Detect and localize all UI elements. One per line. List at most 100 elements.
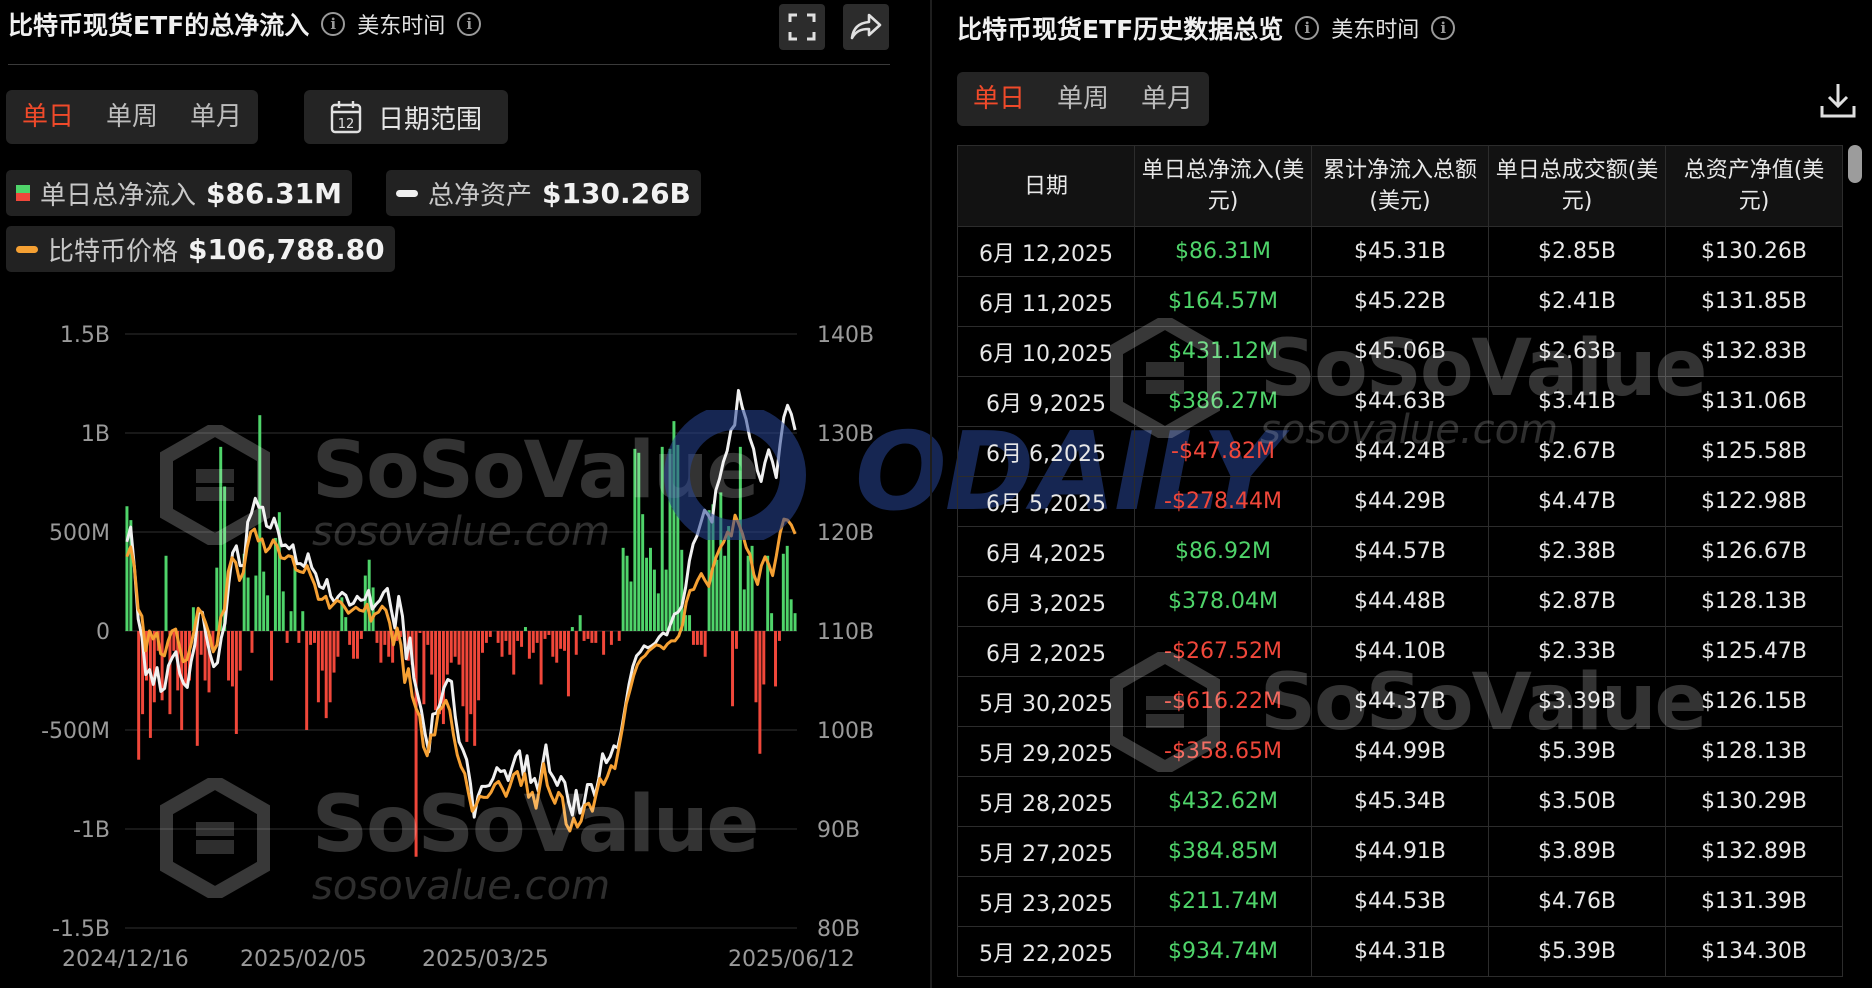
cell-daily-volume: $2.85B [1488, 226, 1666, 277]
table-row[interactable]: 5月 28,2025 $432.62M $45.34B $3.50B $130.29B [957, 776, 1843, 827]
net-inflow-bar [594, 631, 598, 643]
net-inflow-bar [703, 631, 707, 657]
net-inflow-bar [543, 631, 547, 639]
net-inflow-bar [266, 595, 270, 631]
table-row[interactable]: 5月 23,2025 $211.74M $44.53B $4.76B $131.39B [957, 876, 1843, 927]
net-inflow-bar [215, 567, 219, 631]
title-divider [8, 64, 890, 65]
download-button[interactable] [1818, 80, 1858, 124]
tab-daily[interactable]: 单日 [957, 72, 1041, 126]
right-title-row: 比特币现货ETF历史数据总览 i 美东时间 i [957, 10, 1456, 46]
net-inflow-bar [254, 575, 258, 631]
net-inflow-bar [645, 557, 649, 631]
legend-net-inflow[interactable]: 单日总净流入 $86.31M [6, 170, 352, 216]
net-inflow-bar [281, 591, 285, 631]
cell-date: 5月 23,2025 [957, 876, 1135, 927]
sosovalue-logo-icon [160, 778, 270, 898]
net-inflow-bar [324, 631, 328, 719]
cell-cumulative-inflow: $44.29B [1311, 476, 1489, 527]
cell-cumulative-inflow: $45.06B [1311, 326, 1489, 377]
header-cumulative-inflow: 累计净流入总额(美元) [1311, 145, 1489, 227]
share-button[interactable] [843, 4, 889, 50]
net-inflow-bar [602, 631, 606, 655]
net-inflow-bar [500, 631, 504, 657]
net-inflow-bar [199, 631, 203, 655]
net-inflow-bar [770, 613, 774, 631]
table-row[interactable]: 6月 6,2025 -$47.82M $44.24B $2.67B $125.58B [957, 426, 1843, 477]
y-left-tick-label: -1.5B [52, 917, 110, 942]
net-inflow-bar [195, 631, 199, 746]
net-inflow-bar [691, 631, 695, 645]
table-row[interactable]: 6月 11,2025 $164.57M $45.22B $2.41B $131.85B [957, 276, 1843, 327]
table-row[interactable]: 6月 4,2025 $86.92M $44.57B $2.38B $126.67B [957, 526, 1843, 577]
cell-net-assets: $126.67B [1665, 526, 1843, 577]
table-row[interactable]: 5月 29,2025 -$358.65M $44.99B $5.39B $128.13B [957, 726, 1843, 777]
inflow-swatch-icon [16, 185, 30, 201]
net-inflow-bar [426, 631, 430, 645]
x-tick-label: 2025/03/25 [422, 947, 549, 972]
table-scrollbar[interactable] [1848, 145, 1862, 183]
cell-cumulative-inflow: $44.57B [1311, 526, 1489, 577]
net-inflow-bar [453, 631, 457, 657]
net-inflow-bar [649, 547, 652, 631]
table-row[interactable]: 5月 30,2025 -$616.22M $44.37B $3.39B $126.15B [957, 676, 1843, 727]
net-inflow-bar [250, 631, 254, 653]
net-inflow-bar [699, 631, 703, 645]
legend-total-assets[interactable]: 总净资产 $130.26B [386, 170, 701, 216]
tab-weekly[interactable]: 单周 [1041, 72, 1125, 126]
table-row[interactable]: 5月 27,2025 $384.85M $44.91B $3.89B $132.89B [957, 826, 1843, 877]
table-row[interactable]: 5月 22,2025 $934.74M $44.31B $5.39B $134.30B [957, 926, 1843, 977]
net-inflow-bar [695, 631, 699, 645]
cell-daily-inflow: $378.04M [1134, 576, 1312, 627]
net-inflow-bar [137, 631, 141, 760]
cell-net-assets: $128.13B [1665, 576, 1843, 627]
info-icon[interactable]: i [1295, 16, 1320, 40]
net-inflow-bar [270, 631, 273, 681]
cell-cumulative-inflow: $44.31B [1311, 926, 1489, 977]
net-inflow-bar [551, 631, 555, 657]
tab-weekly[interactable]: 单周 [90, 90, 174, 144]
y-right-tick-label: 140B [817, 323, 874, 348]
cell-daily-inflow: $211.74M [1134, 876, 1312, 927]
net-inflow-bar [422, 631, 426, 705]
cell-daily-volume: $3.50B [1488, 776, 1666, 827]
net-inflow-bar [461, 631, 465, 707]
history-panel: 比特币现货ETF历史数据总览 i 美东时间 i 单日 单周 单月 日期 单日总净… [932, 0, 1872, 988]
cell-net-assets: $125.58B [1665, 426, 1843, 477]
cell-net-assets: $122.98B [1665, 476, 1843, 527]
net-inflow-bar [629, 581, 633, 631]
table-row[interactable]: 6月 10,2025 $431.12M $45.06B $2.63B $132.83B [957, 326, 1843, 377]
table-row[interactable]: 6月 12,2025 $86.31M $45.31B $2.85B $130.26B [957, 226, 1843, 277]
cell-net-assets: $131.06B [1665, 376, 1843, 427]
sosovalue-logo-icon [1110, 318, 1220, 438]
expand-icon [788, 13, 816, 41]
table-row[interactable]: 6月 3,2025 $378.04M $44.48B $2.87B $128.13B [957, 576, 1843, 627]
table-row[interactable]: 6月 9,2025 $386.27M $44.63B $3.41B $131.06B [957, 376, 1843, 427]
net-inflow-bar [355, 631, 359, 659]
net-inflow-bar [586, 631, 590, 639]
tab-monthly[interactable]: 单月 [174, 90, 258, 144]
legend-btc-price[interactable]: 比特币价格 $106,788.80 [6, 226, 395, 272]
fullscreen-button[interactable] [779, 4, 825, 50]
cell-cumulative-inflow: $45.34B [1311, 776, 1489, 827]
cell-date: 5月 28,2025 [957, 776, 1135, 827]
tab-daily[interactable]: 单日 [6, 90, 90, 144]
cell-net-assets: $134.30B [1665, 926, 1843, 977]
net-inflow-bar [641, 514, 645, 631]
tab-monthly[interactable]: 单月 [1125, 72, 1209, 126]
cell-cumulative-inflow: $44.37B [1311, 676, 1489, 727]
cell-daily-inflow: -$278.44M [1134, 476, 1312, 527]
net-inflow-bar [301, 611, 305, 631]
cell-net-assets: $132.89B [1665, 826, 1843, 877]
y-right-tick-label: 110B [817, 620, 874, 645]
net-inflow-bar [746, 555, 750, 631]
table-row[interactable]: 6月 5,2025 -$278.44M $44.29B $4.47B $122.98B [957, 476, 1843, 527]
info-icon[interactable]: i [1431, 16, 1456, 40]
date-range-button[interactable]: 12 日期范围 [304, 90, 509, 144]
net-inflow-bar [531, 631, 535, 653]
info-icon[interactable]: i [457, 12, 482, 36]
table-row[interactable]: 6月 2,2025 -$267.52M $44.10B $2.33B $125.47B [957, 626, 1843, 677]
net-inflow-bar [434, 631, 438, 711]
net-inflow-bar [555, 631, 559, 663]
info-icon[interactable]: i [321, 12, 346, 36]
